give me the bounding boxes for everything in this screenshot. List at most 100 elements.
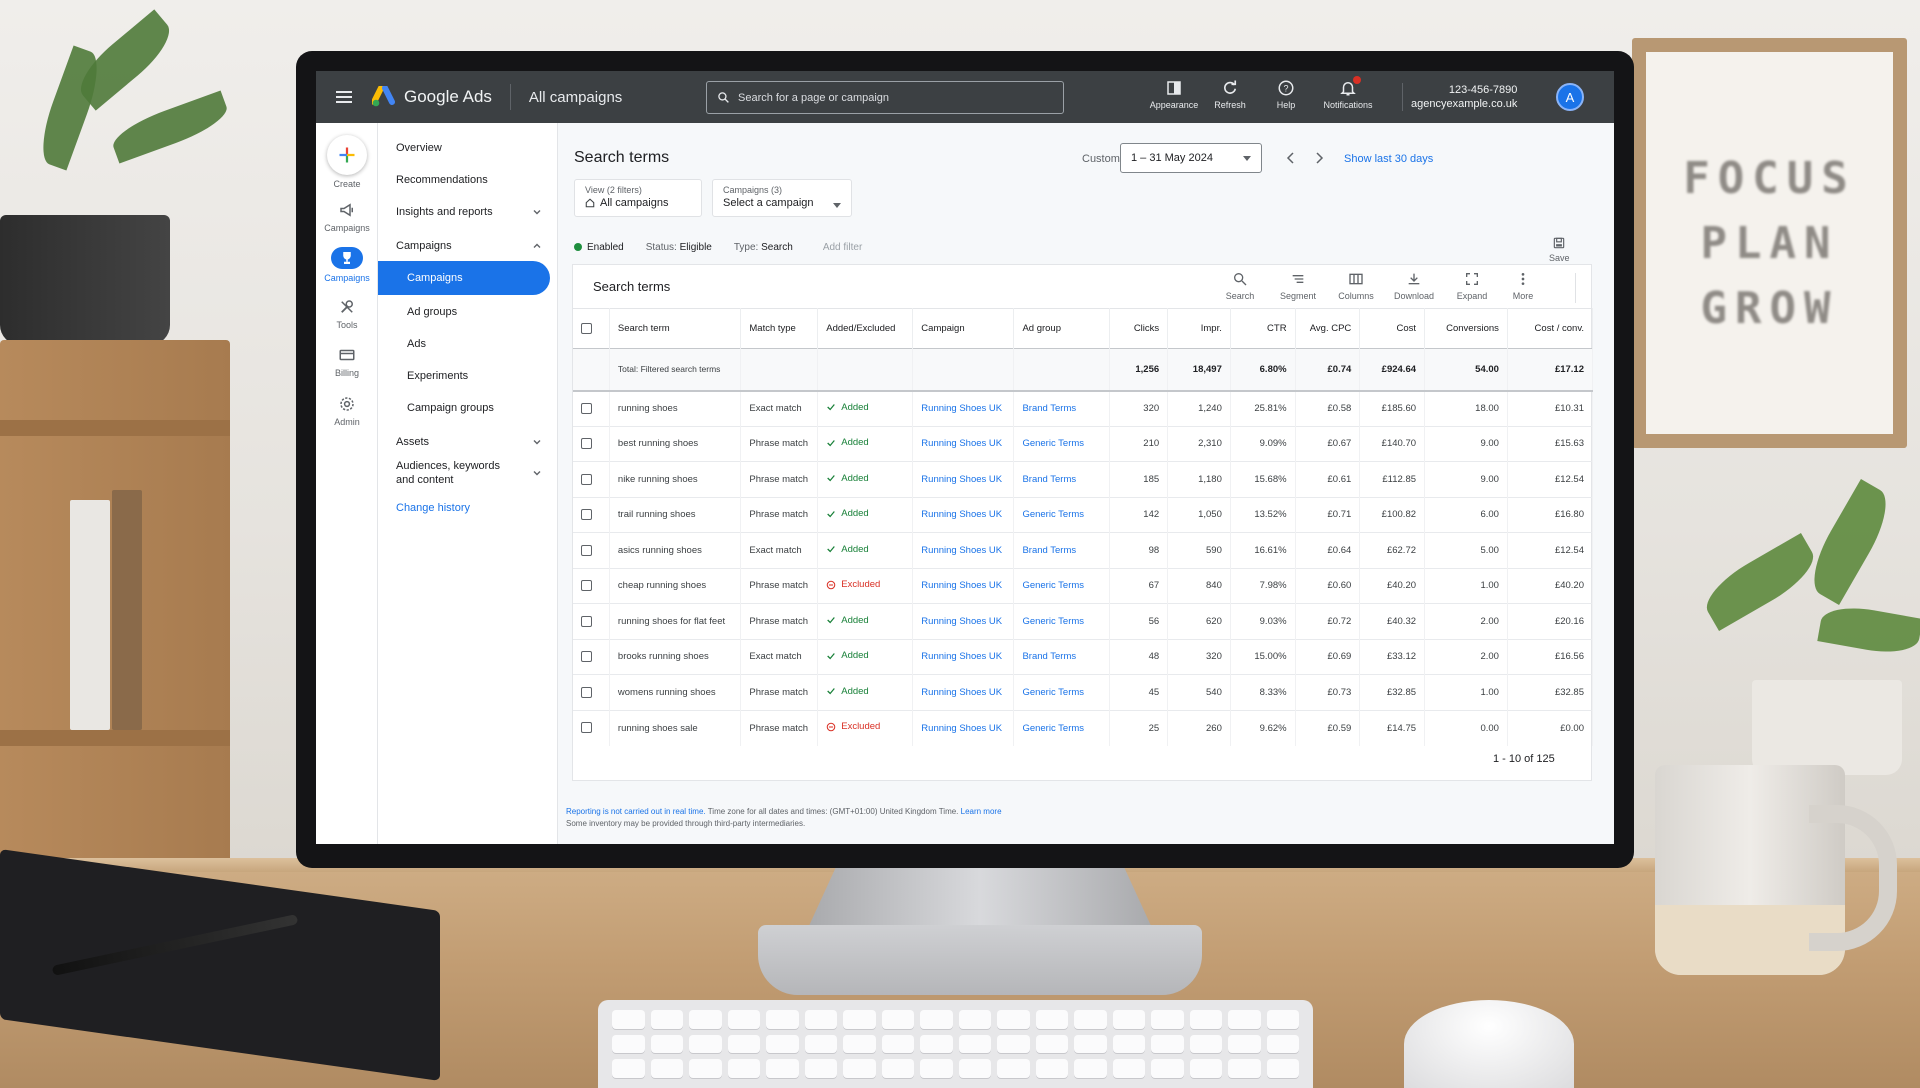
nav-ads[interactable]: Ads [378,327,550,361]
help-button[interactable]: ? Help [1258,79,1314,110]
nav-overview[interactable]: Overview [378,131,550,165]
ad-group-link[interactable]: Generic Terms [1013,603,1110,639]
table-row[interactable]: running shoes Exact match Added Running Sho… [573,390,1594,426]
footnote-realtime-link[interactable]: Reporting is not carried out in real tim… [566,807,706,816]
show-last-30-days-link[interactable]: Show last 30 days [1344,153,1433,165]
table-row[interactable]: trail running shoes Phrase match Added Runn… [573,496,1594,533]
expand-button[interactable]: Expand [1443,271,1501,301]
rail-billing[interactable]: Billing [316,346,378,378]
column-header[interactable]: Campaign [912,308,1015,349]
date-range-select[interactable]: 1 – 31 May 2024 [1120,143,1262,173]
table-row[interactable]: running shoes sale Phrase match Excluded Ru… [573,709,1594,746]
ad-group-link[interactable]: Brand Terms [1013,390,1110,426]
nav-campaigns-group[interactable]: Campaigns [378,229,550,263]
rail-create[interactable]: Create [316,135,378,189]
chevron-left-icon[interactable] [1284,151,1298,165]
campaign-link[interactable]: Running Shoes UK [912,425,1015,462]
columns-button[interactable]: Columns [1327,271,1385,301]
nav-insights[interactable]: Insights and reports [378,195,550,229]
nav-recommendations[interactable]: Recommendations [378,163,550,197]
nav-ad-groups[interactable]: Ad groups [378,295,550,329]
column-header[interactable]: CTR [1230,308,1296,349]
row-checkbox[interactable] [581,615,592,627]
column-header[interactable]: Search term [609,308,742,349]
campaign-link[interactable]: Running Shoes UK [912,674,1015,710]
select-all-checkbox[interactable] [581,322,592,334]
column-header[interactable]: Added/Excluded [817,308,914,349]
column-header[interactable]: Impr. [1167,308,1231,349]
view-filter[interactable]: View (2 filters) All campaigns [574,179,702,217]
ad-group-link[interactable]: Generic Terms [1013,709,1110,746]
table-row[interactable]: nike running shoes Phrase match Added Runni… [573,461,1594,497]
table-row[interactable]: asics running shoes Exact match Added Runni… [573,532,1594,568]
ad-group-link[interactable]: Generic Terms [1013,674,1110,710]
table-row[interactable]: best running shoes Phrase match Added Runni… [573,425,1594,462]
row-checkbox[interactable] [581,686,592,698]
campaign-link[interactable]: Running Shoes UK [912,390,1015,426]
rail-admin[interactable]: Admin [316,395,378,427]
chip-type[interactable]: Type: Search [734,242,793,253]
ad-group-link[interactable]: Brand Terms [1013,532,1110,568]
avatar[interactable]: A [1556,83,1584,111]
campaign-link[interactable]: Running Shoes UK [912,709,1015,746]
table-row[interactable]: brooks running shoes Exact match Added Runn… [573,638,1594,675]
account-switcher[interactable]: 123-456-7890 agencyexample.co.uk [1411,83,1517,111]
column-header[interactable]: Cost [1359,308,1426,349]
row-checkbox[interactable] [581,722,592,734]
nav-campaign-groups[interactable]: Campaign groups [378,391,550,425]
column-header[interactable]: Cost / conv. [1507,308,1594,349]
nav-campaigns[interactable]: Campaigns [378,261,550,295]
row-checkbox[interactable] [581,580,592,592]
search-input[interactable] [738,91,1038,104]
row-checkbox[interactable] [581,438,592,450]
campaign-link[interactable]: Running Shoes UK [912,496,1015,533]
column-header[interactable]: Clicks [1109,308,1169,349]
segment-button[interactable]: Segment [1269,271,1327,301]
more-button[interactable]: More [1501,271,1545,301]
table-search-button[interactable]: Search [1211,271,1269,301]
chip-status[interactable]: Status: Eligible [646,242,712,253]
campaigns-filter[interactable]: Campaigns (3) Select a campaign [712,179,852,217]
google-ads-logo[interactable]: Google Ads [372,86,492,108]
chevron-right-icon[interactable] [1312,151,1326,165]
learn-more-link[interactable]: Learn more [961,807,1002,816]
breadcrumb[interactable]: All campaigns [529,89,622,106]
rail-tools[interactable]: Tools [316,298,378,330]
campaign-link[interactable]: Running Shoes UK [912,461,1015,497]
rail-campaigns-overview[interactable]: Campaigns [316,201,378,233]
table-row[interactable]: womens running shoes Phrase match Added Run… [573,674,1594,710]
row-checkbox[interactable] [581,473,592,485]
column-header[interactable]: Conversions [1424,308,1508,349]
rail-campaigns[interactable]: Campaigns [316,247,378,283]
nav-change-history[interactable]: Change history [378,491,550,525]
table-row[interactable]: cheap running shoes Phrase match Excluded R… [573,567,1594,604]
notifications-button[interactable]: Notifications [1314,76,1382,110]
campaign-link[interactable]: Running Shoes UK [912,567,1015,604]
global-search[interactable] [706,81,1064,114]
column-header[interactable]: Match type [740,308,819,349]
row-checkbox[interactable] [581,651,592,663]
nav-audiences[interactable]: Audiences, keywords and content [378,453,550,493]
appearance-button[interactable]: Appearance [1146,79,1202,110]
column-header[interactable]: Ad group [1013,308,1110,349]
row-checkbox[interactable] [581,402,592,414]
download-button[interactable]: Download [1385,271,1443,301]
ad-group-link[interactable]: Generic Terms [1013,567,1110,604]
chip-enabled[interactable]: Enabled [574,242,624,253]
refresh-button[interactable]: Refresh [1202,79,1258,110]
ad-group-link[interactable]: Brand Terms [1013,638,1110,675]
save-button[interactable]: Save [1549,236,1570,263]
create-button[interactable] [327,135,367,175]
row-checkbox[interactable] [581,544,592,556]
hamburger-menu-icon[interactable] [336,91,352,103]
table-row[interactable]: running shoes for flat feet Phrase match A… [573,603,1594,639]
add-filter-button[interactable]: Add filter [823,242,862,253]
campaign-link[interactable]: Running Shoes UK [912,603,1015,639]
nav-experiments[interactable]: Experiments [378,359,550,393]
row-checkbox[interactable] [581,509,592,521]
ad-group-link[interactable]: Generic Terms [1013,496,1110,533]
ad-group-link[interactable]: Brand Terms [1013,461,1110,497]
ad-group-link[interactable]: Generic Terms [1013,425,1110,462]
column-header[interactable]: Avg. CPC [1295,308,1361,349]
campaign-link[interactable]: Running Shoes UK [912,638,1015,675]
